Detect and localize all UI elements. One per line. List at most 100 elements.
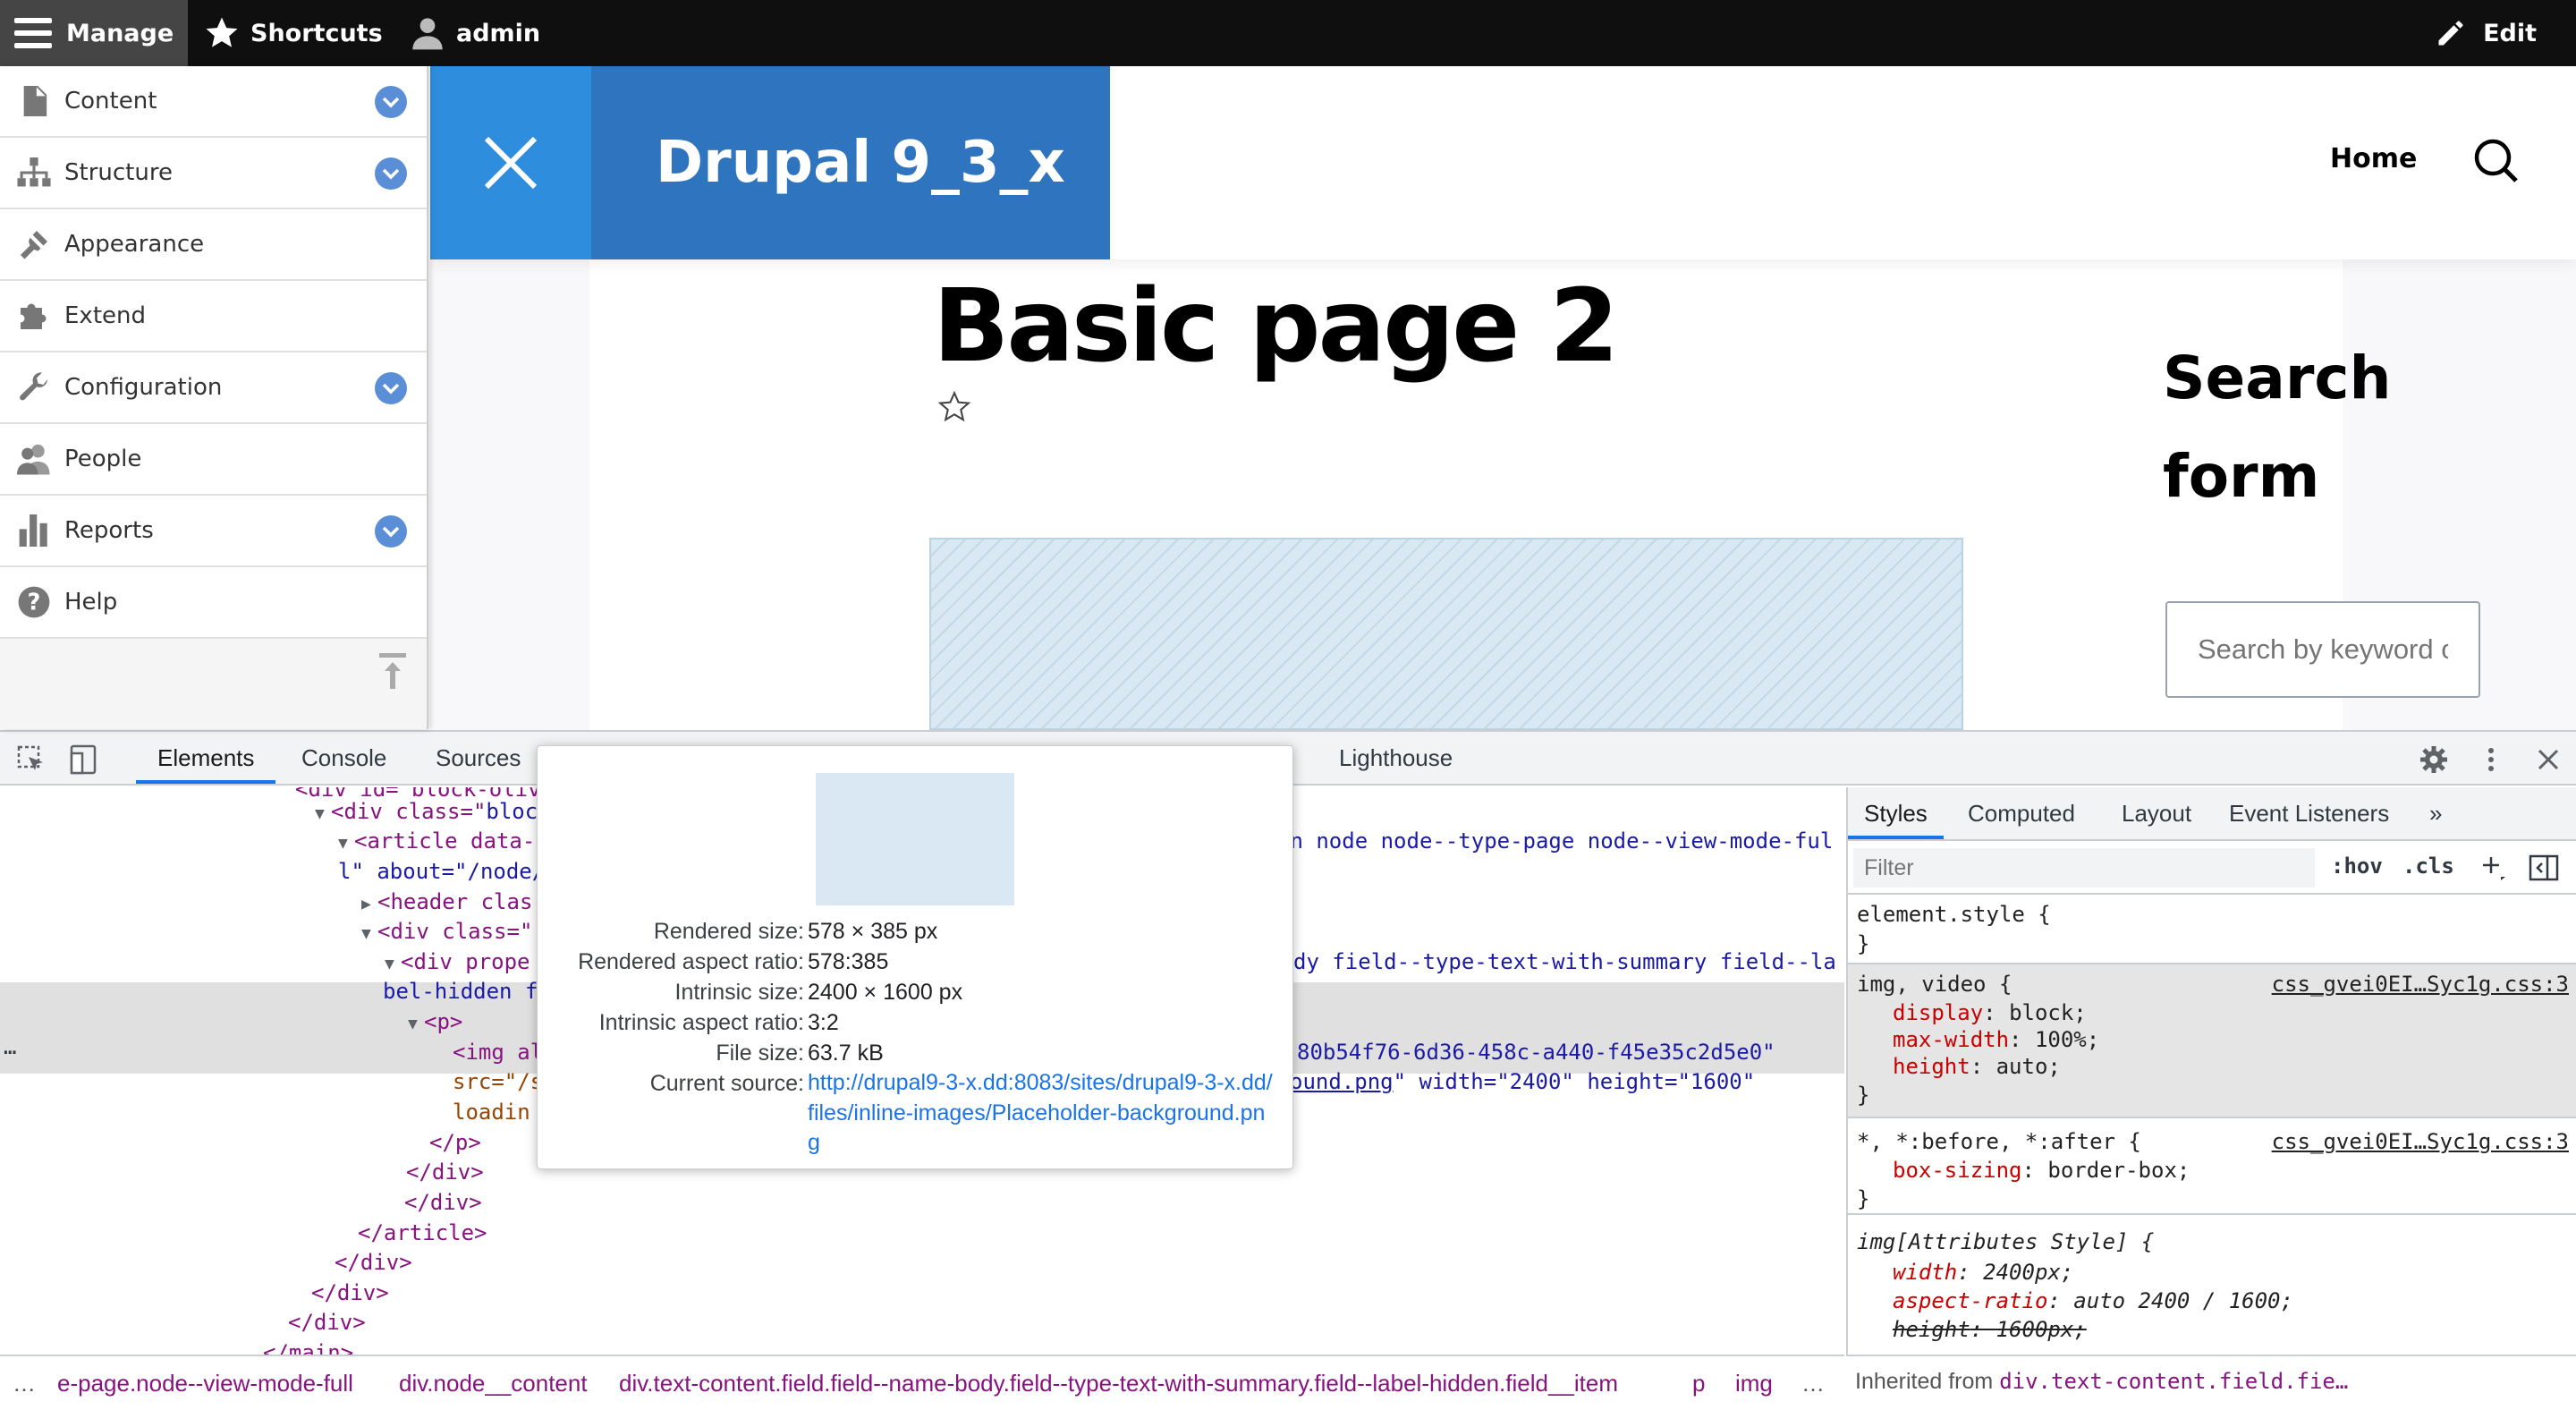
tab-console[interactable]: Console — [301, 732, 386, 784]
menu-item-appearance[interactable]: Appearance — [0, 209, 427, 281]
search-icon[interactable] — [2471, 136, 2520, 184]
dom-line[interactable]: src="/s — [453, 1067, 543, 1098]
property-value[interactable]: border-box; — [2047, 1158, 2190, 1183]
property-name[interactable]: aspect-ratio — [1893, 1288, 2047, 1313]
dom-line[interactable]: </div> — [406, 1158, 484, 1188]
device-toolbar-icon[interactable] — [68, 744, 98, 775]
tab-sources[interactable]: Sources — [436, 732, 521, 784]
property-name[interactable]: display — [1893, 1000, 1983, 1025]
property-value[interactable]: auto; — [1996, 1054, 2061, 1079]
rule-source-link[interactable]: css_gvei0EI…Syc1g.css:3 — [2272, 970, 2569, 999]
tab-elements[interactable]: Elements — [136, 732, 276, 784]
property-value[interactable]: 2400px; — [1983, 1260, 2073, 1285]
property-value[interactable]: 1600px; — [1996, 1317, 2087, 1342]
dom-line[interactable]: </div> — [288, 1308, 366, 1338]
dom-link[interactable]: ound.png — [1290, 1069, 1394, 1094]
dom-line[interactable]: ▼ <div class="bloc — [315, 797, 538, 828]
dom-line[interactable]: </article> — [358, 1219, 487, 1249]
menu-item-extend[interactable]: Extend — [0, 281, 427, 352]
search-input[interactable] — [2165, 601, 2480, 698]
site-name[interactable]: Drupal 9_3_x — [656, 130, 1065, 196]
breadcrumb-item[interactable]: div.node__content — [399, 1356, 588, 1410]
menu-item-content[interactable]: Content — [0, 66, 427, 138]
menu-item-structure[interactable]: Structure — [0, 138, 427, 209]
chevron-down-icon[interactable] — [375, 157, 407, 190]
breadcrumb-ellipsis[interactable]: … — [13, 1356, 36, 1410]
settings-gear-icon[interactable] — [2419, 744, 2449, 775]
chevron-down-icon[interactable] — [375, 515, 407, 548]
style-rule-universal[interactable]: *, *:before, *:after { css_gvei0EI…Syc1g… — [1848, 1118, 2576, 1215]
cls-toggle[interactable]: .cls — [2402, 854, 2454, 879]
rule-source-link[interactable]: css_gvei0EI…Syc1g.css:3 — [2272, 1127, 2569, 1157]
dom-line[interactable]: ▼ <p> — [408, 1007, 462, 1038]
property-name[interactable]: width — [1893, 1260, 1957, 1285]
chevron-down-icon[interactable] — [375, 372, 407, 404]
dom-line[interactable]: dy field--type-text-with-summary field--… — [1293, 947, 1836, 978]
tab-event-listeners[interactable]: Event Listeners — [2229, 787, 2389, 839]
hov-toggle[interactable]: :hov — [2331, 854, 2383, 879]
chevron-down-icon[interactable] — [375, 86, 407, 118]
edit-tab[interactable]: Edit — [2435, 0, 2537, 66]
menu-item-reports[interactable]: Reports — [0, 496, 427, 567]
tab-styles[interactable]: Styles — [1848, 787, 1944, 839]
dom-line[interactable]: ▼ <div class=" — [361, 917, 532, 947]
inherited-from-link[interactable]: div.text-content.field.fie… — [1999, 1369, 2348, 1394]
property-name[interactable]: max-width — [1893, 1027, 2009, 1052]
styles-filter-bar: :hov .cls — [1848, 841, 2576, 895]
breadcrumb-item[interactable]: img — [1735, 1356, 1773, 1410]
property-name[interactable]: box-sizing — [1893, 1158, 2022, 1183]
property-value[interactable]: block; — [2009, 1000, 2087, 1025]
breadcrumb-ellipsis[interactable]: … — [1801, 1356, 1825, 1410]
toggle-sidebar-icon[interactable] — [2528, 852, 2560, 884]
dom-line[interactable]: … — [4, 1032, 16, 1063]
dom-line[interactable]: 80b54f76-6d36-458c-a440-f45e35c2d5e0" — [1297, 1038, 1775, 1068]
style-rule-attributes[interactable]: img[Attributes Style] { width: 2400px; a… — [1848, 1215, 2576, 1355]
property-value[interactable]: auto 2400 / 1600; — [2073, 1288, 2293, 1313]
dom-line[interactable]: </div> — [335, 1248, 412, 1278]
more-options-icon[interactable] — [2476, 744, 2506, 775]
new-style-rule-icon[interactable] — [2479, 854, 2508, 882]
inspect-element-icon[interactable] — [16, 744, 47, 775]
menu-item-configuration[interactable]: Configuration — [0, 352, 427, 424]
styles-tabbar: Styles Computed Layout Event Listeners » — [1848, 787, 2576, 841]
menu-item-people[interactable]: People — [0, 424, 427, 496]
dom-line[interactable]: </div> — [404, 1188, 482, 1219]
style-rule-element[interactable]: element.style { } — [1848, 895, 2576, 964]
dom-line[interactable]: </p> — [429, 1128, 481, 1159]
dom-line[interactable]: loadin — [453, 1098, 530, 1128]
nav-link-home[interactable]: Home — [2330, 143, 2417, 174]
tab-layout[interactable]: Layout — [2122, 787, 2191, 839]
styles-filter-input[interactable] — [1853, 848, 2315, 888]
close-devtools-icon[interactable] — [2533, 744, 2563, 775]
dom-line-img[interactable]: <img al — [453, 1038, 543, 1068]
manage-tab[interactable]: Manage — [0, 0, 188, 66]
more-tabs-icon[interactable]: » — [2429, 787, 2442, 839]
user-tab[interactable]: admin — [410, 0, 540, 66]
dom-line[interactable]: </main> — [263, 1338, 353, 1355]
property-name[interactable]: height — [1893, 1317, 1970, 1342]
site-branding[interactable]: Drupal 9_3_x — [591, 66, 1110, 259]
tab-computed[interactable]: Computed — [1968, 787, 2075, 839]
dom-line[interactable]: bel-hidden f — [383, 977, 538, 1007]
menu-item-help[interactable]: ? Help — [0, 567, 427, 639]
style-rule-img-video[interactable]: img, video { css_gvei0EI…Syc1g.css:3 dis… — [1848, 964, 2576, 1118]
current-source-link[interactable]: http://drupal9-3-x.dd:8083/sites/drupal9… — [808, 1068, 1273, 1159]
property-name[interactable]: height — [1893, 1054, 1970, 1079]
tab-lighthouse[interactable]: Lighthouse — [1339, 732, 1453, 784]
dom-line[interactable]: l" about="/node/ — [338, 857, 545, 888]
dom-line[interactable]: ▶ <header clas — [361, 888, 532, 918]
breadcrumb-item[interactable]: e-page.node--view-mode-full — [57, 1356, 353, 1410]
breadcrumb-item[interactable]: p — [1692, 1356, 1705, 1410]
bookmark-star-icon[interactable] — [937, 390, 971, 424]
dom-line[interactable]: on node node--type-page node--view-mode-… — [1277, 827, 1833, 857]
dom-line[interactable]: ▼ <div prope — [385, 947, 530, 978]
property-value[interactable]: 100%; — [2035, 1027, 2099, 1052]
dom-line[interactable]: ound.png" width="2400" height="1600" — [1290, 1067, 1755, 1098]
breadcrumb-item[interactable]: div.text-content.field.field--name-body.… — [619, 1356, 1618, 1410]
dom-line[interactable]: ▼ <article data- — [338, 827, 535, 857]
tray-orientation-toggle-icon[interactable] — [379, 653, 406, 689]
close-button[interactable] — [430, 66, 591, 259]
admin-tray: Content Structure Appearance Extend Conf… — [0, 66, 428, 729]
dom-line[interactable]: </div> — [311, 1278, 389, 1309]
shortcuts-tab[interactable]: Shortcuts — [204, 0, 383, 66]
